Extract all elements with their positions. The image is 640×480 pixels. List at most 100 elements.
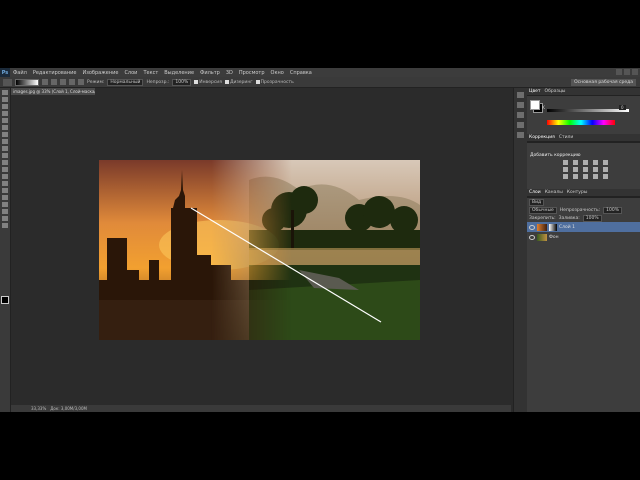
brightness-icon[interactable] bbox=[563, 160, 568, 165]
tab-layers[interactable]: Слои bbox=[529, 190, 541, 195]
gradient-map-icon[interactable] bbox=[593, 174, 598, 179]
foreground-color-swatch[interactable] bbox=[530, 100, 540, 110]
eraser-tool-icon[interactable] bbox=[2, 160, 8, 165]
type-tool-icon[interactable] bbox=[2, 195, 8, 200]
menu-filter[interactable]: Фильтр bbox=[197, 70, 223, 76]
linear-gradient-icon[interactable] bbox=[42, 79, 48, 85]
blur-tool-icon[interactable] bbox=[2, 174, 8, 179]
layer-opacity-field[interactable]: 100% bbox=[603, 206, 623, 214]
black-white-icon[interactable] bbox=[583, 167, 588, 172]
invert-icon[interactable] bbox=[563, 174, 568, 179]
menu-3d[interactable]: 3D bbox=[223, 70, 236, 76]
eyedropper-tool-icon[interactable] bbox=[2, 125, 8, 130]
document-tab[interactable]: images.jpg @ 33% (Слой 1, Слой-маска/8) … bbox=[11, 88, 95, 95]
zoom-readout[interactable]: 33,33% bbox=[31, 406, 46, 411]
minimize-icon[interactable] bbox=[616, 69, 622, 75]
exposure-icon[interactable] bbox=[593, 160, 598, 165]
menu-edit[interactable]: Редактирование bbox=[30, 70, 80, 76]
workspace-select[interactable]: Основная рабочая среда bbox=[571, 79, 636, 86]
properties-icon[interactable] bbox=[517, 112, 524, 118]
levels-icon[interactable] bbox=[573, 160, 578, 165]
posterize-icon[interactable] bbox=[573, 174, 578, 179]
document-image[interactable] bbox=[99, 160, 420, 340]
history-brush-tool-icon[interactable] bbox=[2, 153, 8, 158]
marquee-tool-icon[interactable] bbox=[2, 97, 8, 102]
diamond-gradient-icon[interactable] bbox=[78, 79, 84, 85]
tab-paths[interactable]: Контуры bbox=[567, 190, 588, 195]
tab-channels[interactable]: Каналы bbox=[545, 190, 563, 195]
k-slider[interactable] bbox=[547, 109, 629, 112]
actions-icon[interactable] bbox=[517, 102, 524, 108]
curves-icon[interactable] bbox=[583, 160, 588, 165]
menu-bar: Ps Файл Редактирование Изображение Слои … bbox=[0, 68, 640, 77]
dither-checkbox[interactable]: Дизеринг bbox=[224, 80, 253, 85]
menu-select[interactable]: Выделение bbox=[161, 70, 197, 76]
quick-select-tool-icon[interactable] bbox=[2, 111, 8, 116]
history-icon[interactable] bbox=[517, 92, 524, 98]
menu-window[interactable]: Окно bbox=[268, 70, 287, 76]
dodge-tool-icon[interactable] bbox=[2, 181, 8, 186]
tab-adjustments[interactable]: Коррекция bbox=[529, 135, 555, 140]
transparency-checkbox[interactable]: Прозрачность bbox=[255, 80, 294, 85]
menu-layers[interactable]: Слои bbox=[121, 70, 140, 76]
crop-tool-icon[interactable] bbox=[2, 118, 8, 123]
color-panel-tabs: Цвет Образцы bbox=[527, 88, 640, 96]
layer-row-selected[interactable]: Слой 1 bbox=[527, 222, 640, 232]
reverse-checkbox[interactable]: Инверсия bbox=[194, 80, 222, 85]
selective-color-icon[interactable] bbox=[603, 174, 608, 179]
layers-panel-tabs: Слои Каналы Контуры bbox=[527, 189, 640, 197]
menu-help[interactable]: Справка bbox=[287, 70, 315, 76]
eye-icon[interactable] bbox=[529, 224, 535, 230]
shape-tool-icon[interactable] bbox=[2, 209, 8, 214]
layer-thumbnail bbox=[537, 233, 547, 241]
gradient-tool-icon[interactable] bbox=[2, 167, 8, 172]
panel-dock-icons bbox=[513, 88, 528, 412]
menu-view[interactable]: Просмотр bbox=[236, 70, 268, 76]
layer-kind-select[interactable]: Вид bbox=[529, 198, 545, 206]
right-panels: Цвет Образцы K 0 Коррекция Стили Добавит… bbox=[527, 88, 640, 412]
eye-icon[interactable] bbox=[529, 234, 535, 240]
color-balance-icon[interactable] bbox=[573, 167, 578, 172]
menu-file[interactable]: Файл bbox=[10, 70, 30, 76]
photo-filter-icon[interactable] bbox=[593, 167, 598, 172]
info-icon[interactable] bbox=[517, 122, 524, 128]
canvas-area[interactable] bbox=[11, 95, 511, 400]
radial-gradient-icon[interactable] bbox=[51, 79, 57, 85]
tab-color[interactable]: Цвет bbox=[529, 89, 541, 94]
layer-row[interactable]: Фон bbox=[527, 232, 640, 242]
reflected-gradient-icon[interactable] bbox=[69, 79, 75, 85]
gradient-picker[interactable] bbox=[15, 78, 39, 86]
hue-saturation-icon[interactable] bbox=[563, 167, 568, 172]
gradient-tool-icon[interactable] bbox=[3, 78, 12, 86]
path-select-tool-icon[interactable] bbox=[2, 202, 8, 207]
foreground-color-swatch[interactable] bbox=[1, 296, 9, 304]
mode-select[interactable]: Нормальный bbox=[107, 78, 144, 86]
close-icon[interactable] bbox=[632, 69, 638, 75]
channel-mixer-icon[interactable] bbox=[603, 167, 608, 172]
fill-field[interactable]: 100% bbox=[582, 214, 602, 222]
hand-tool-icon[interactable] bbox=[2, 216, 8, 221]
tab-styles[interactable]: Стили bbox=[559, 135, 574, 140]
brush-tool-icon[interactable] bbox=[2, 139, 8, 144]
fill-label: Заливка: bbox=[558, 215, 580, 221]
angle-gradient-icon[interactable] bbox=[60, 79, 66, 85]
layer-mask-thumbnail[interactable] bbox=[549, 223, 557, 231]
lasso-tool-icon[interactable] bbox=[2, 104, 8, 109]
menu-text[interactable]: Текст bbox=[140, 70, 161, 76]
blend-mode-select[interactable]: Обычные bbox=[529, 206, 557, 214]
tab-swatches[interactable]: Образцы bbox=[545, 89, 566, 94]
menu-image[interactable]: Изображение bbox=[79, 70, 121, 76]
document-info: Док: 3,00М/3,00М bbox=[50, 406, 87, 411]
character-icon[interactable] bbox=[517, 132, 524, 138]
threshold-icon[interactable] bbox=[583, 174, 588, 179]
vibrance-icon[interactable] bbox=[603, 160, 608, 165]
maximize-icon[interactable] bbox=[624, 69, 630, 75]
zoom-tool-icon[interactable] bbox=[2, 223, 8, 228]
k-value-field[interactable]: 0 bbox=[619, 105, 626, 110]
healing-tool-icon[interactable] bbox=[2, 132, 8, 137]
opacity-field[interactable]: 100% bbox=[172, 78, 192, 86]
stamp-tool-icon[interactable] bbox=[2, 146, 8, 151]
color-spectrum[interactable] bbox=[547, 120, 615, 125]
move-tool-icon[interactable] bbox=[2, 90, 8, 95]
pen-tool-icon[interactable] bbox=[2, 188, 8, 193]
